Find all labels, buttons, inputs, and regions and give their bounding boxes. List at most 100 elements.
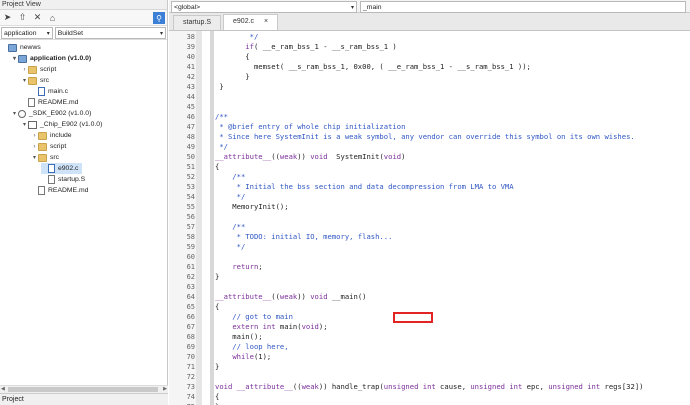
collapse-icon[interactable]: ⇧: [17, 12, 28, 23]
code-line[interactable]: }: [215, 362, 219, 372]
code-line[interactable]: __attribute__((weak)) void SystemInit(vo…: [215, 152, 405, 162]
tree-item-label: _SDK_E902 (v1.0.0): [29, 110, 92, 117]
code-line[interactable]: memset( __s_ram_bss_1, 0x00, ( __e_ram_b…: [215, 62, 531, 72]
project-view-title: Project View: [0, 0, 167, 10]
tree-item[interactable]: ▾ src: [21, 75, 49, 86]
code-line[interactable]: }: [215, 82, 223, 92]
tree-item[interactable]: README.md: [31, 185, 88, 196]
close-icon[interactable]: ×: [264, 18, 268, 25]
code-line[interactable]: */: [215, 32, 259, 42]
code-line[interactable]: __attribute__((weak)) void __main(): [215, 292, 366, 302]
folder-icon: [38, 131, 47, 140]
tab-startup-s[interactable]: startup.S: [173, 15, 222, 30]
line-number: 40: [186, 53, 195, 61]
line-number: 56: [186, 213, 195, 221]
code-line[interactable]: while(1);: [215, 352, 271, 362]
scrollbar-thumb[interactable]: [8, 387, 158, 392]
project-select[interactable]: application ▾: [1, 27, 53, 39]
tree-item[interactable]: › include: [31, 130, 72, 141]
code-line[interactable]: {: [215, 302, 219, 312]
project-view-panel: Project View ➤ ⇧ ✕ ⌂ ⚲ application ▾ Bui…: [0, 0, 168, 405]
buildset-select[interactable]: BuildSet ▾: [54, 27, 166, 39]
code-line[interactable]: /**: [215, 172, 245, 182]
code-line[interactable]: {: [215, 162, 219, 172]
code-line[interactable]: /**: [215, 112, 228, 122]
symbol-select[interactable]: _main: [360, 1, 686, 13]
code-line[interactable]: {: [215, 392, 219, 402]
line-number-gutter: 38 39 40 41 42 43 44 45 46 47 48 49 50 51 52 53 54 55 56 57…: [169, 31, 196, 405]
scroll-left-icon[interactable]: ◀: [1, 386, 5, 392]
tab-e902-c[interactable]: e902.c ×: [223, 14, 279, 30]
tree-item-label: script: [40, 66, 57, 73]
expand-arrow-icon[interactable]: ▾: [11, 55, 18, 62]
code-line[interactable]: MemoryInit();: [215, 202, 288, 212]
code-line[interactable]: extern int main(void);: [215, 322, 327, 332]
cfile-icon: [48, 164, 55, 173]
gear-icon: [18, 109, 26, 118]
expand-arrow-icon[interactable]: ▾: [21, 121, 28, 128]
collapse-arrow-icon[interactable]: ›: [31, 144, 38, 150]
symbol-select-value: _main: [363, 3, 382, 11]
tree-item[interactable]: ▾ _Chip_E902 (v1.0.0): [21, 119, 102, 130]
collapse-arrow-icon[interactable]: ›: [21, 67, 28, 73]
tree-item[interactable]: newws: [1, 42, 41, 53]
tree-item[interactable]: › script: [31, 141, 66, 152]
line-number: 49: [186, 143, 195, 151]
collapse-arrow-icon[interactable]: ›: [31, 133, 38, 139]
fold-margin[interactable]: [196, 31, 202, 405]
line-number: 58: [186, 233, 195, 241]
tree-item-label: startup.S: [58, 176, 86, 183]
tools-icon[interactable]: ✕: [32, 12, 43, 23]
line-number: 60: [186, 253, 195, 261]
line-number: 46: [186, 113, 195, 121]
navigate-icon[interactable]: ➤: [2, 12, 13, 23]
tree-item[interactable]: › script: [21, 64, 56, 75]
line-number: 64: [186, 293, 195, 301]
file-icon: [38, 186, 45, 195]
code-line[interactable]: // got to main: [215, 312, 293, 322]
code-line[interactable]: }: [215, 72, 249, 82]
tree-item[interactable]: ▾ src: [31, 152, 59, 163]
project-icon: [18, 54, 27, 63]
line-number: 51: [186, 163, 195, 171]
tree-item[interactable]: README.md: [21, 97, 78, 108]
project-tab-title[interactable]: Project: [0, 393, 168, 405]
tree-item[interactable]: ▾ _SDK_E902 (v1.0.0): [11, 108, 91, 119]
line-number: 62: [186, 273, 195, 281]
code-line[interactable]: * Initial the bss section and data decom…: [215, 182, 514, 192]
tree-item-label: _Chip_E902 (v1.0.0): [40, 121, 103, 128]
code-line[interactable]: * TODO: initial IO, memory, flash...: [215, 232, 393, 242]
scope-select[interactable]: <global> ▾: [171, 1, 357, 13]
code-line[interactable]: main();: [215, 332, 262, 342]
code-line[interactable]: * Since here SystemInit is a weak symbol…: [215, 132, 634, 142]
tree-horizontal-scrollbar[interactable]: ◀ ▶: [0, 385, 168, 393]
project-toolbar: ➤ ⇧ ✕ ⌂ ⚲: [0, 10, 167, 26]
tab-label: startup.S: [183, 19, 212, 26]
tree-item[interactable]: startup.S: [41, 174, 85, 185]
code-line[interactable]: {: [215, 52, 249, 62]
code-line[interactable]: */: [215, 242, 246, 252]
code-line[interactable]: * @brief entry of whole chip initializat…: [215, 122, 405, 132]
line-number: 47: [186, 123, 195, 131]
code-editor[interactable]: 38 39 40 41 42 43 44 45 46 47 48 49 50 51 52 53 54 55 56 57…: [169, 31, 690, 405]
code-line[interactable]: void __attribute__((weak)) handle_trap(u…: [215, 382, 643, 392]
line-number: 68: [186, 333, 195, 341]
tree-item[interactable]: e902.c: [41, 163, 83, 174]
code-line[interactable]: /**: [215, 222, 245, 232]
code-line[interactable]: // loop here,: [215, 342, 288, 352]
code-line[interactable]: return;: [215, 262, 262, 272]
expand-arrow-icon[interactable]: ▾: [21, 77, 28, 84]
scroll-right-icon[interactable]: ▶: [163, 386, 167, 392]
project-select-value: application: [4, 29, 37, 37]
code-line[interactable]: */: [215, 142, 228, 152]
code-line[interactable]: }: [215, 272, 219, 282]
tree-item[interactable]: ▾ application (v1.0.0): [11, 53, 91, 64]
expand-arrow-icon[interactable]: ▾: [11, 110, 18, 117]
code-line[interactable]: if( __e_ram_bss_1 - __s_ram_bss_1 ): [215, 42, 396, 52]
link-editor-icon[interactable]: ⚲: [153, 12, 165, 24]
home-icon[interactable]: ⌂: [47, 12, 58, 23]
expand-arrow-icon[interactable]: ▾: [31, 154, 38, 161]
code-line[interactable]: */: [215, 192, 246, 202]
line-number: 69: [186, 343, 195, 351]
tree-item[interactable]: main.c: [31, 86, 68, 97]
